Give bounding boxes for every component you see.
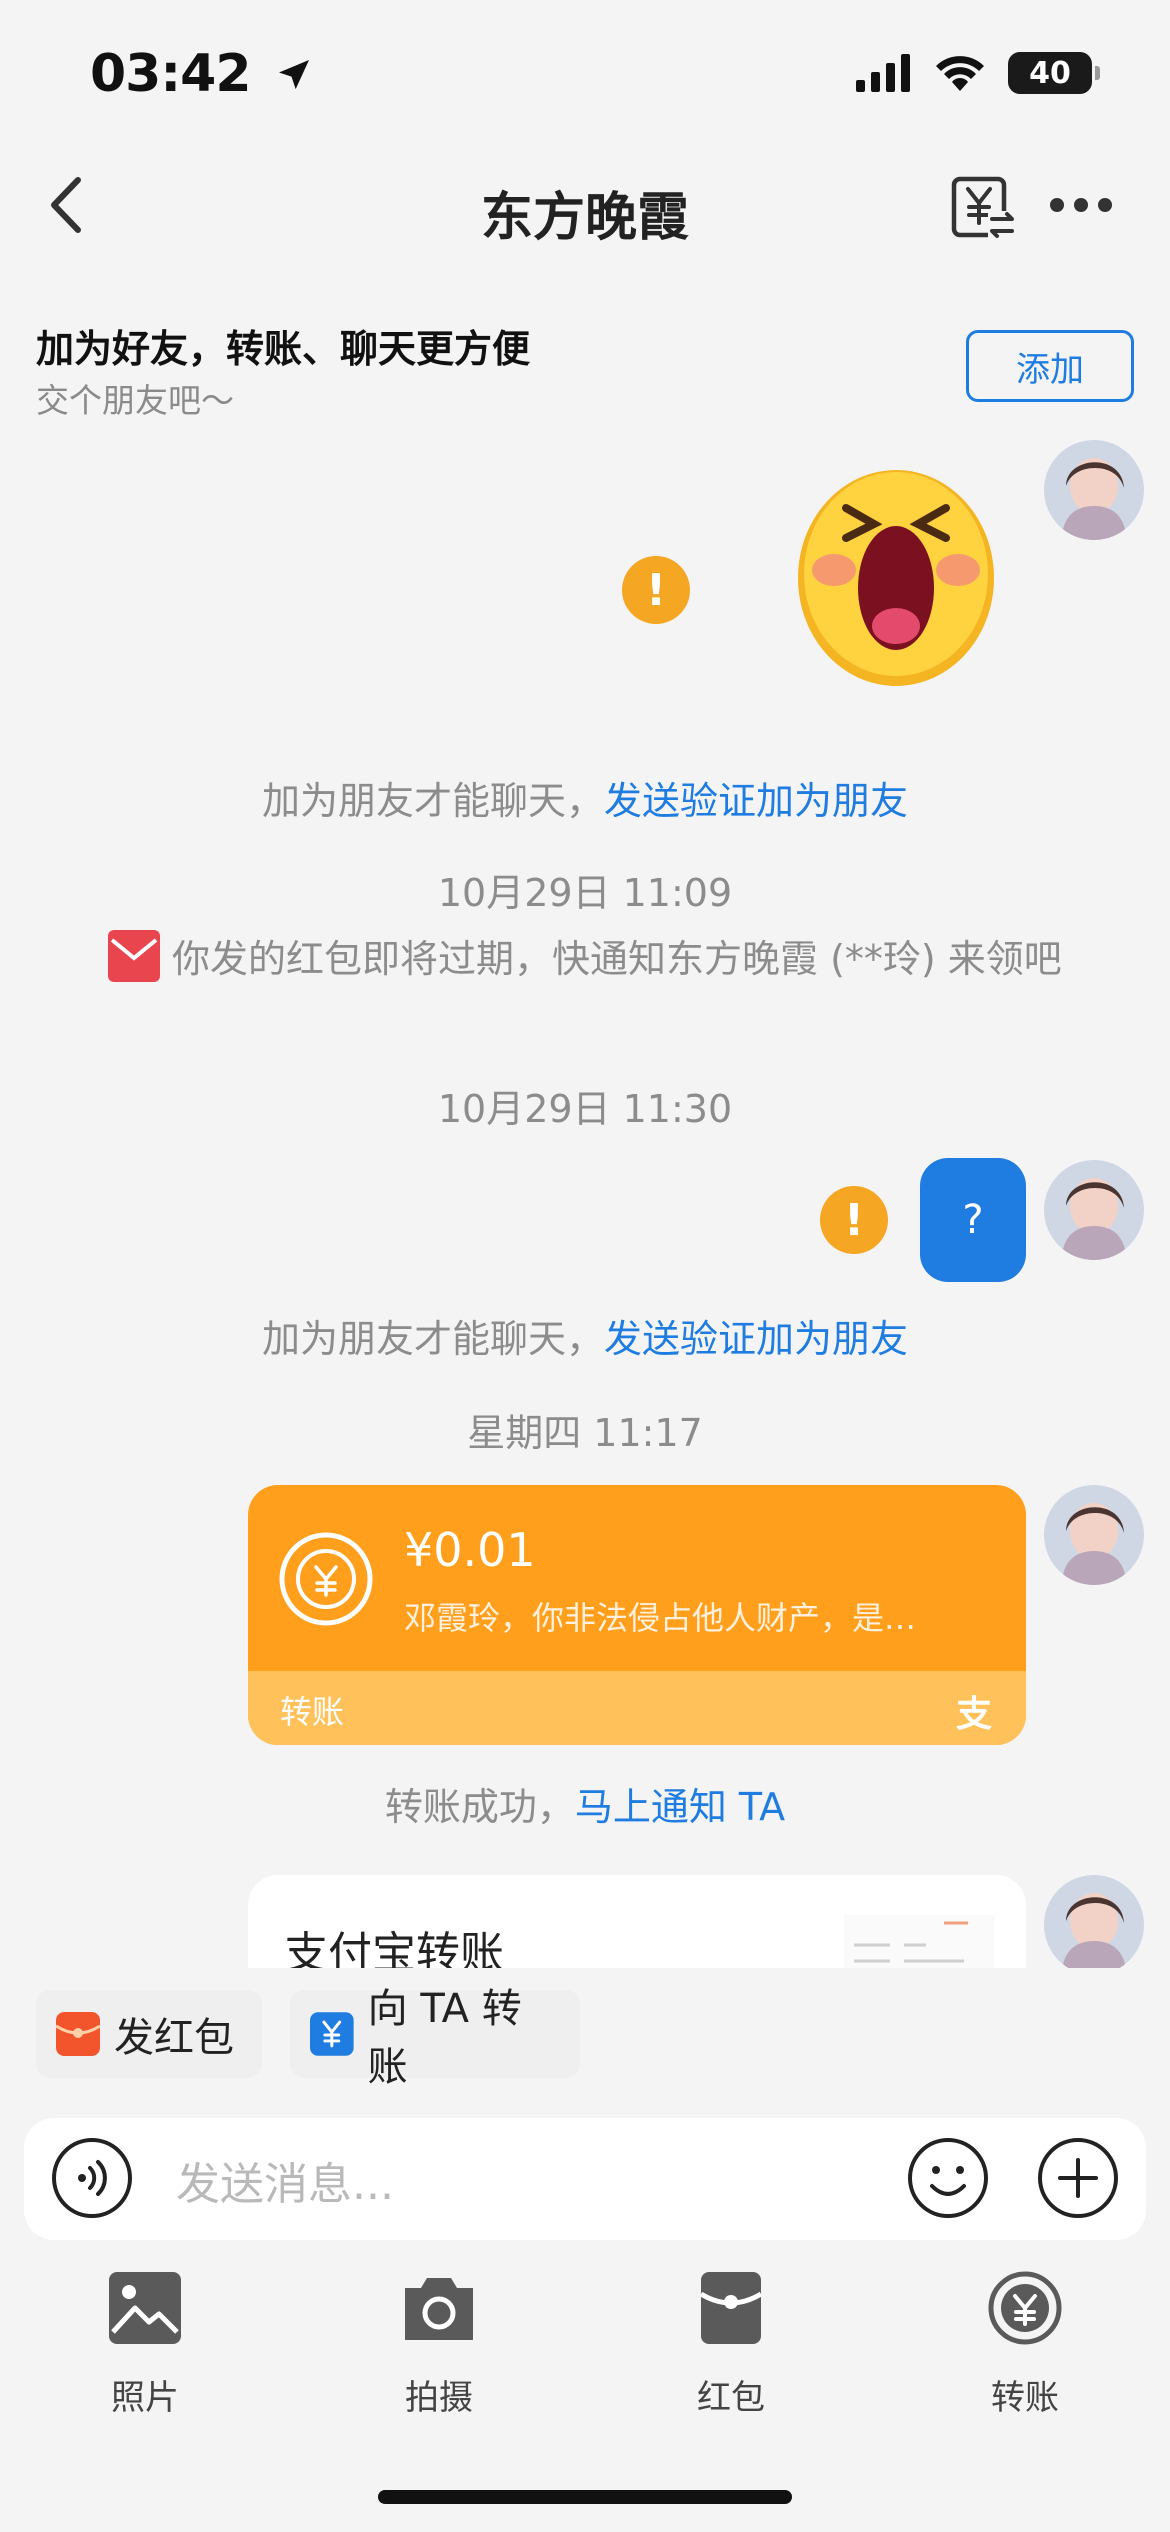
red-packet-icon	[699, 2272, 763, 2344]
system-notice: 加为朋友才能聊天，发送验证加为朋友	[261, 779, 909, 823]
toolbar-camera[interactable]: 拍摄	[364, 2270, 514, 2419]
wifi-icon	[936, 56, 984, 91]
shocked-emoji-sticker[interactable]	[790, 460, 1002, 692]
status-indicators: 40	[856, 52, 1100, 94]
camera-icon	[405, 2278, 473, 2340]
avatar[interactable]	[1044, 1160, 1144, 1260]
system-notice: 加为朋友才能聊天，发送验证加为朋友	[261, 1317, 909, 1361]
transfer-amount: ¥0.01	[404, 1523, 536, 1577]
transfer-memo: 邓霞玲，你非法侵占他人财产，是…	[404, 1599, 917, 1637]
emoji-icon[interactable]	[906, 2136, 990, 2220]
timestamp: 10月29日 11:09	[437, 871, 733, 915]
timestamp: 星期四 11:17	[467, 1411, 703, 1455]
avatar[interactable]	[1044, 1485, 1144, 1585]
transfer-circle-icon	[279, 1532, 373, 1626]
friend-banner-subtitle: 交个朋友吧～	[36, 381, 234, 420]
plus-icon[interactable]	[1036, 2136, 1120, 2220]
red-envelope-icon	[108, 930, 160, 982]
toolbar-red-packet[interactable]: 红包	[656, 2270, 806, 2419]
location-arrow-icon	[278, 60, 309, 90]
send-failed-icon[interactable]: !	[622, 556, 690, 624]
toolbar-transfer[interactable]: 转账	[950, 2270, 1100, 2419]
add-friend-button[interactable]: 添加	[966, 330, 1134, 402]
message-bubble[interactable]: ?	[920, 1158, 1026, 1282]
redpacket-expiry-notice: 你发的红包即将过期，快通知东方晚霞 (**玲) 来领吧	[108, 930, 1068, 987]
transfer-yuan-icon	[310, 2012, 354, 2056]
avatar[interactable]	[1044, 1875, 1144, 1975]
battery-icon: 40	[1008, 52, 1100, 94]
timestamp: 10月29日 11:30	[437, 1087, 733, 1131]
photo-icon	[109, 2272, 181, 2344]
notify-ta-link[interactable]: 马上通知 TA	[575, 1785, 785, 1829]
red-packet-icon	[56, 2012, 100, 2056]
toolbar-photo[interactable]: 照片	[70, 2270, 220, 2419]
transfer-card-label: 转账	[280, 1693, 345, 1731]
alipay-logo-icon: 支	[955, 1694, 992, 1735]
transfer-to-ta-chip[interactable]: 向 TA 转账	[290, 1986, 580, 2090]
transfer-card[interactable]: ¥0.01 邓霞玲，你非法侵占他人财产，是… 转账 支	[248, 1485, 1026, 1745]
friend-banner-title: 加为好友，转账、聊天更方便	[36, 327, 531, 371]
cellular-signal-icon	[856, 54, 910, 92]
transfer-success-notice: 转账成功，马上通知 TA	[384, 1785, 786, 1829]
status-time: 03:42	[90, 44, 314, 104]
voice-icon[interactable]	[50, 2136, 134, 2220]
send-verification-link[interactable]: 发送验证加为朋友	[604, 779, 908, 823]
avatar[interactable]	[1044, 440, 1144, 540]
more-dots-icon[interactable]	[1050, 195, 1120, 215]
send-verification-link[interactable]: 发送验证加为朋友	[604, 1317, 908, 1361]
send-failed-icon[interactable]: !	[820, 1186, 888, 1254]
home-indicator	[378, 2490, 792, 2504]
yuan-transfer-icon[interactable]	[950, 175, 1016, 241]
transfer-circle-icon	[988, 2271, 1062, 2345]
message-input[interactable]: 发送消息...	[176, 2148, 394, 2212]
send-red-packet-chip[interactable]: 发红包	[36, 1990, 262, 2078]
